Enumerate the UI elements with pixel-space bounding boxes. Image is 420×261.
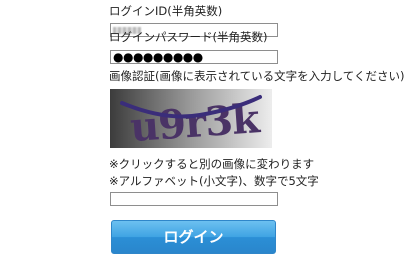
login-id-label: ログインID(半角英数) [109, 4, 223, 18]
captcha-hint-refresh: ※クリックすると別の画像に変わります [109, 157, 315, 171]
captcha-label: 画像認証(画像に表示されている文字を入力してください) [109, 69, 405, 83]
password-label: ログインパスワード(半角英数) [109, 30, 268, 44]
captcha-image[interactable]: u9r3k [110, 89, 272, 148]
login-button[interactable]: ログイン [111, 220, 276, 254]
captcha-hint-format: ※アルファベット(小文字)、数字で5文字 [109, 174, 319, 188]
password-mask: ●●●●●●●●● [113, 50, 203, 64]
captcha-input[interactable] [110, 192, 278, 206]
